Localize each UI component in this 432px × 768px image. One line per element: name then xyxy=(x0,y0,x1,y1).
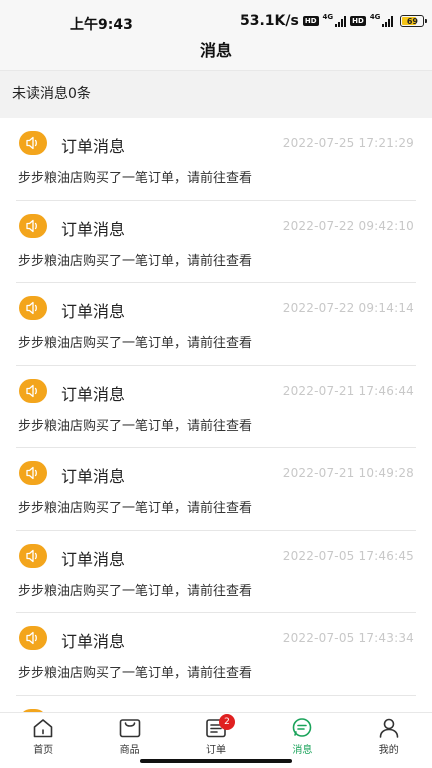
speaker-icon xyxy=(19,461,47,485)
tab-label: 我的 xyxy=(378,745,399,756)
message-time: 2022-07-05 17:43:34 xyxy=(282,631,414,645)
message-item[interactable]: 订单消息 2022-07-22 09:42:10 步步粮油店购买了一笔订单，请前往查… xyxy=(0,201,432,283)
tab-orders[interactable]: 2 订单 xyxy=(173,713,259,757)
message-body: 步步粮油店购买了一笔订单，请前往查看 xyxy=(18,666,253,681)
page-header: 消息 xyxy=(0,36,432,70)
message-time: 2022-07-22 09:14:14 xyxy=(282,301,414,315)
hd-icon: HD xyxy=(350,16,366,26)
message-time: 2022-07-25 17:21:29 xyxy=(282,136,414,150)
message-item[interactable]: 订单消息 2022-07-25 17:21:29 步步粮油店购买了一笔订单，请前往查… xyxy=(0,118,432,201)
tab-label: 订单 xyxy=(205,745,226,756)
message-item[interactable]: 订单消息 2022-07-21 17:46:44 步步粮油店购买了一笔订单，请前往查… xyxy=(0,366,432,448)
message-item[interactable]: 订单消息 2022-07-22 09:14:14 步步粮油店购买了一笔订单，请前往查… xyxy=(0,283,432,366)
message-time: 2022-07-21 10:49:28 xyxy=(282,466,414,480)
message-title: 订单消息 xyxy=(61,467,126,486)
speaker-icon xyxy=(19,213,47,238)
unread-count: 未读消息0条 xyxy=(0,70,432,118)
status-time: 上午9:43 xyxy=(70,17,133,33)
user-icon xyxy=(378,718,400,738)
home-icon xyxy=(32,718,54,738)
message-body: 步步粮油店购买了一笔订单，请前往查看 xyxy=(18,253,253,269)
message-title: 订单消息 xyxy=(61,137,126,156)
tab-label: 首页 xyxy=(33,745,54,756)
message-list[interactable]: 订单消息 2022-07-25 17:21:29 步步粮油店购买了一笔订单，请前往查… xyxy=(0,118,432,712)
speaker-icon xyxy=(19,543,47,568)
tab-home[interactable]: 首页 xyxy=(0,713,86,757)
message-time: 2022-07-05 17:46:45 xyxy=(282,548,414,563)
message-item[interactable] xyxy=(0,696,432,712)
order-count-badge: 2 xyxy=(218,714,235,730)
tab-mine[interactable]: 我的 xyxy=(346,713,432,757)
message-item[interactable]: 订单消息 2022-07-21 10:49:28 步步粮油店购买了一笔订单，请前往查… xyxy=(0,448,432,531)
home-indicator xyxy=(140,759,292,763)
speaker-icon xyxy=(19,378,47,403)
tab-label: 消息 xyxy=(292,745,313,756)
network-speed: 53.1K/s xyxy=(240,13,299,29)
hd-icon: HD xyxy=(302,16,319,26)
message-body: 步步粮油店购买了一笔订单，请前往查看 xyxy=(18,501,253,516)
message-title: 订单消息 xyxy=(61,549,126,569)
speaker-icon xyxy=(19,296,47,320)
battery-level: 69 xyxy=(406,16,418,26)
signal-icon xyxy=(335,15,347,27)
speaker-icon xyxy=(19,626,47,650)
order-icon: 2 xyxy=(205,714,235,738)
speaker-icon xyxy=(19,131,47,155)
message-title: 订单消息 xyxy=(61,219,126,239)
message-body: 步步粮油店购买了一笔订单，请前往查看 xyxy=(18,583,253,599)
message-icon xyxy=(291,718,313,738)
message-body: 步步粮油店购买了一笔订单，请前往查看 xyxy=(18,336,253,351)
status-indicators: 53.1K/s HD 4G HD 4G 69 xyxy=(240,13,428,29)
message-title: 订单消息 xyxy=(61,302,126,321)
message-body: 步步粮油店购买了一笔订单，请前往查看 xyxy=(18,418,253,434)
message-time: 2022-07-22 09:42:10 xyxy=(282,218,414,233)
tab-messages[interactable]: 消息 xyxy=(259,713,345,757)
page-title: 消息 xyxy=(199,41,232,60)
signal-icon xyxy=(382,15,394,27)
network-type: 4G xyxy=(369,13,381,21)
battery-icon: 69 xyxy=(400,15,428,27)
network-type: 4G xyxy=(322,13,334,21)
tab-label: 商品 xyxy=(119,745,140,756)
message-title: 订单消息 xyxy=(61,384,126,404)
message-item[interactable]: 订单消息 2022-07-05 17:43:34 步步粮油店购买了一笔订单，请前往查… xyxy=(0,613,432,696)
message-title: 订单消息 xyxy=(61,632,126,651)
message-time: 2022-07-21 17:46:44 xyxy=(282,383,414,398)
bag-icon xyxy=(119,718,141,738)
tab-products[interactable]: 商品 xyxy=(86,713,172,757)
message-body: 步步粮油店购买了一笔订单，请前往查看 xyxy=(18,171,253,186)
message-item[interactable]: 订单消息 2022-07-05 17:46:45 步步粮油店购买了一笔订单，请前往查… xyxy=(0,531,432,613)
